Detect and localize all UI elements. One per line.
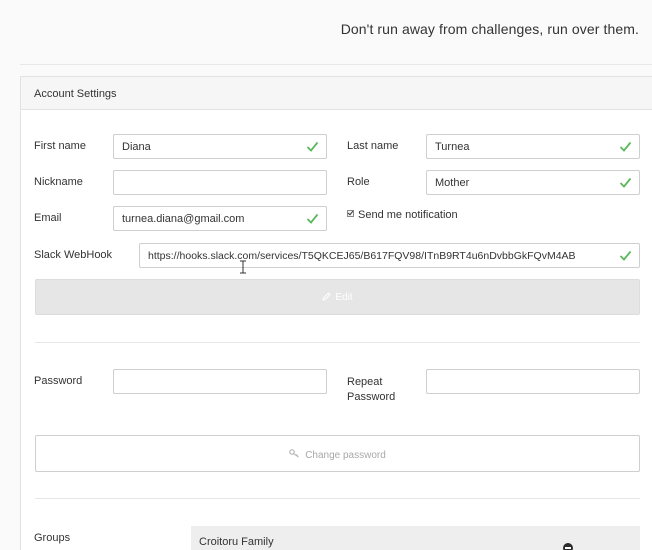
first-name-label: First name [34,140,86,152]
role-value: Mother [435,177,470,189]
minus-circle-icon[interactable] [563,543,573,550]
check-icon [619,177,632,188]
check-icon [619,250,632,261]
last-name-label: Last name [347,140,399,152]
first-name-field[interactable]: Diana [113,134,327,159]
check-icon [306,213,319,224]
edit-button-label: Edit [335,292,353,303]
repeat-password-label-line1: Repeat [347,376,383,388]
change-password-button[interactable]: Change password [35,435,640,472]
nickname-label: Nickname [34,176,83,188]
header-quote: Don't run away from challenges, run over… [340,21,639,37]
account-settings-panel: Account Settings First name Diana Last n… [20,76,652,550]
notification-checkbox[interactable] [347,210,354,217]
slack-webhook-field[interactable]: https://hooks.slack.com/services/T5QKCEJ… [139,243,640,268]
panel-header: Account Settings [21,77,652,110]
password-field[interactable] [113,369,327,394]
email-field[interactable]: turnea.diana@gmail.com [113,206,327,231]
repeat-password-field[interactable] [426,369,640,394]
slack-webhook-value: https://hooks.slack.com/services/T5QKCEJ… [148,250,576,262]
password-label: Password [34,375,83,387]
repeat-password-label-line2: Password [347,391,396,403]
role-field[interactable]: Mother [426,170,640,195]
page: Don't run away from challenges, run over… [0,0,652,550]
check-icon [306,141,319,152]
role-label: Role [347,176,370,188]
email-value: turnea.diana@gmail.com [122,213,245,225]
email-label: Email [34,212,62,224]
panel-title: Account Settings [34,88,117,100]
text-cursor-icon [240,260,246,274]
edit-button[interactable]: Edit [35,279,640,315]
header-divider [20,64,652,65]
repeat-password-label: Repeat Password [347,375,395,405]
key-icon [289,449,299,458]
notification-label: Send me notification [358,209,458,221]
section-divider [35,498,640,499]
group-list-item: Croitoru Family [191,526,640,550]
slack-webhook-label: Slack WebHook [34,249,113,261]
last-name-field[interactable]: Turnea [426,134,640,159]
section-divider [35,342,640,343]
nickname-field[interactable] [113,170,327,195]
last-name-value: Turnea [435,141,470,153]
check-icon [619,141,632,152]
first-name-value: Diana [122,141,151,153]
change-password-label: Change password [305,450,386,461]
edit-icon [322,292,332,301]
groups-label: Groups [34,532,71,544]
group-name: Croitoru Family [199,536,274,548]
notification-checkbox-row[interactable]: Send me notification [347,209,458,221]
